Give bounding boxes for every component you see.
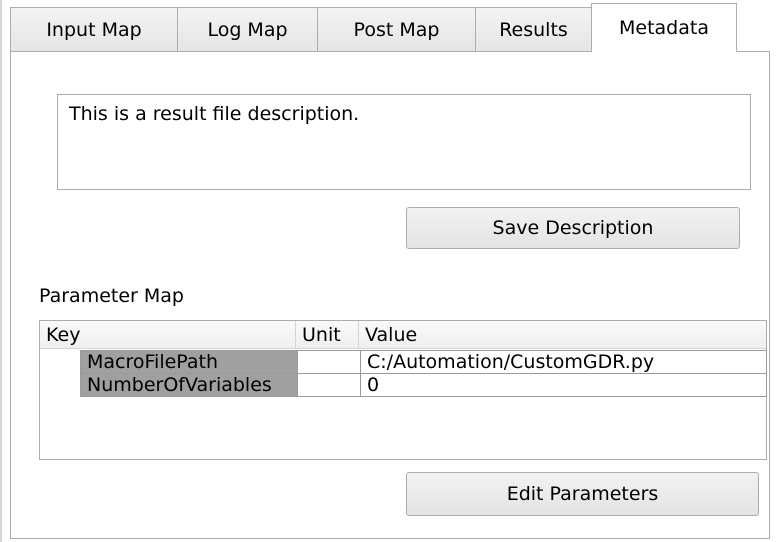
table-header: Key Unit Value [40,321,766,349]
tab-label: Post Map [353,19,440,41]
tab-log-map[interactable]: Log Map [177,7,318,52]
window-edge [0,0,2,542]
tab-label: Results [499,19,568,41]
edit-parameters-button[interactable]: Edit Parameters [406,472,759,516]
unit-cell[interactable] [297,350,361,374]
tab-metadata[interactable]: Metadata [591,3,737,52]
key-cell[interactable]: NumberOfVariables [80,373,298,397]
save-description-label: Save Description [492,217,654,239]
description-textbox[interactable]: This is a result file description. [57,94,751,190]
save-description-button[interactable]: Save Description [406,207,740,249]
tab-results[interactable]: Results [475,7,592,52]
metadata-panel: This is a result file description. Save … [10,51,770,539]
unit-cell[interactable] [297,373,361,397]
tab-label: Input Map [46,19,142,41]
key-cell[interactable]: MacroFilePath [80,350,298,374]
value-cell[interactable]: C:/Automation/CustomGDR.py [360,350,767,374]
tab-input-map[interactable]: Input Map [10,7,178,52]
column-header-unit[interactable]: Unit [296,321,359,349]
column-header-key[interactable]: Key [40,321,296,349]
parameter-map-label: Parameter Map [39,285,184,307]
parameter-table: Key Unit Value MacroFilePath C:/Automati… [39,320,767,460]
table-row[interactable]: NumberOfVariables 0 [80,373,767,397]
table-row[interactable]: MacroFilePath C:/Automation/CustomGDR.py [80,350,767,374]
column-header-value[interactable]: Value [359,321,768,349]
edit-parameters-label: Edit Parameters [506,483,659,505]
tab-label: Metadata [619,17,709,39]
value-cell[interactable]: 0 [360,373,767,397]
description-text: This is a result file description. [69,103,360,125]
tab-bar: Input Map Log Map Post Map Results Metad… [10,3,737,52]
tab-post-map[interactable]: Post Map [317,7,476,52]
tab-label: Log Map [207,19,288,41]
